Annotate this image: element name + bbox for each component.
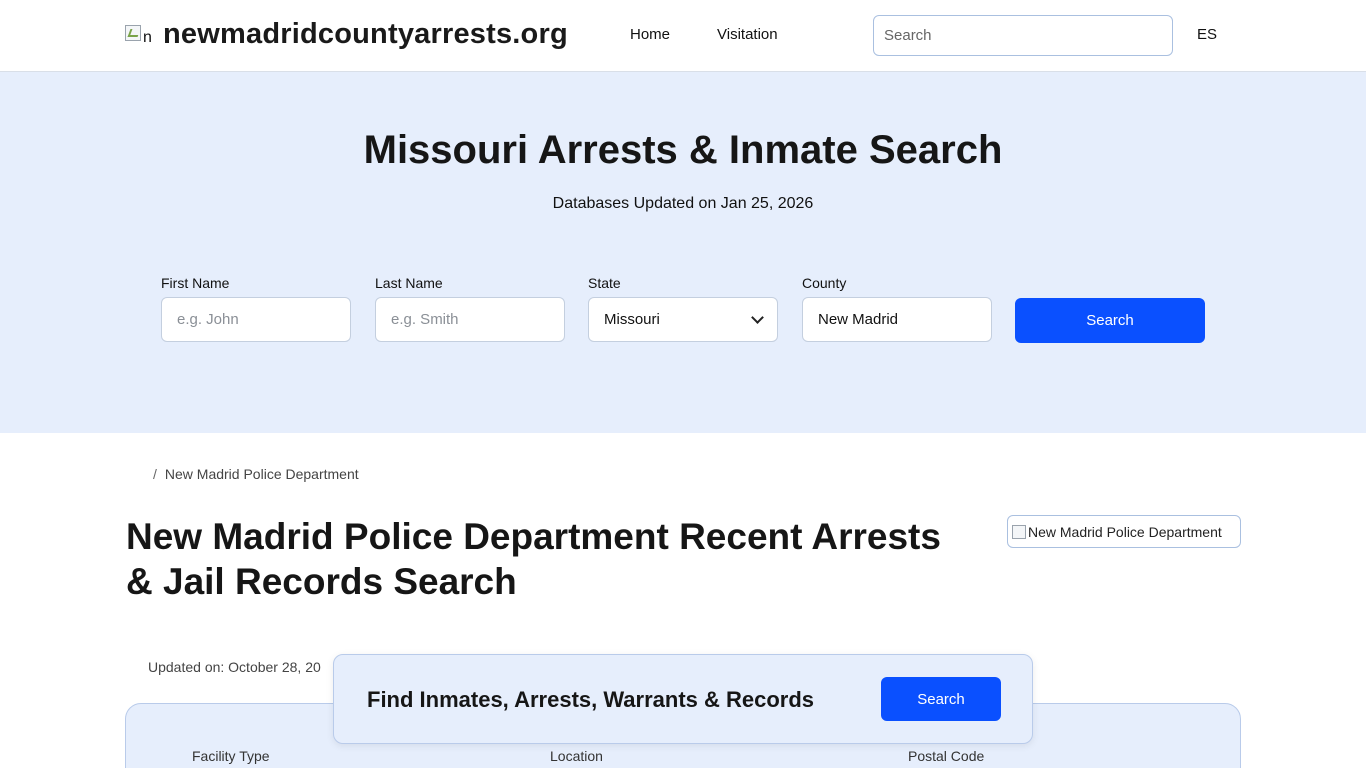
header-search-input[interactable] bbox=[873, 15, 1173, 56]
state-label: State bbox=[588, 275, 621, 291]
updated-date: Updated on: October 28, 20 bbox=[148, 659, 321, 675]
first-name-input[interactable] bbox=[161, 297, 351, 342]
site-header: n newmadridcountyarrests.org Home Visita… bbox=[0, 0, 1366, 72]
last-name-label: Last Name bbox=[375, 275, 443, 291]
first-name-field: First Name bbox=[161, 275, 351, 342]
broken-image-icon bbox=[125, 24, 141, 41]
breadcrumb-current: New Madrid Police Department bbox=[164, 466, 359, 482]
breadcrumb: / New Madrid Police Department bbox=[153, 466, 359, 482]
page-title: New Madrid Police Department Recent Arre… bbox=[126, 516, 941, 602]
site-logo[interactable]: n newmadridcountyarrests.org bbox=[125, 18, 568, 51]
breadcrumb-separator: / bbox=[153, 466, 157, 482]
county-label: County bbox=[802, 275, 847, 291]
department-image: New Madrid Police Department bbox=[1007, 515, 1241, 548]
facility-type-label: Facility Type bbox=[192, 748, 270, 764]
nav-visitation[interactable]: Visitation bbox=[717, 26, 778, 43]
postal-code-label: Postal Code bbox=[908, 748, 985, 764]
last-name-input[interactable] bbox=[375, 297, 565, 342]
hero-search-button[interactable]: Search bbox=[1015, 298, 1205, 343]
chevron-down-icon bbox=[751, 310, 764, 324]
language-toggle[interactable]: ES bbox=[1197, 26, 1217, 43]
department-image-alt: New Madrid Police Department bbox=[1028, 523, 1222, 540]
county-input[interactable] bbox=[802, 297, 992, 342]
site-name[interactable]: newmadridcountyarrests.org bbox=[163, 18, 568, 51]
state-field: State Missouri bbox=[588, 275, 778, 342]
state-value: Missouri bbox=[604, 311, 660, 328]
cta-text: Find Inmates, Arrests, Warrants & Record… bbox=[367, 687, 815, 712]
broken-image-icon bbox=[1012, 524, 1026, 539]
state-select[interactable]: Missouri bbox=[588, 297, 778, 342]
last-name-field: Last Name bbox=[375, 275, 565, 342]
logo-image: n bbox=[125, 21, 156, 49]
cta-search-button[interactable]: Search bbox=[881, 677, 1001, 721]
logo-alt-text: n bbox=[143, 28, 152, 46]
first-name-label: First Name bbox=[161, 275, 230, 291]
floating-cta-banner: Find Inmates, Arrests, Warrants & Record… bbox=[333, 654, 1033, 744]
hero-section: Missouri Arrests & Inmate Search Databas… bbox=[0, 72, 1366, 433]
hero-title: Missouri Arrests & Inmate Search bbox=[363, 128, 1003, 172]
location-label: Location bbox=[550, 748, 603, 764]
nav-home[interactable]: Home bbox=[630, 26, 670, 43]
county-field: County bbox=[802, 275, 992, 342]
hero-subtitle: Databases Updated on Jan 25, 2026 bbox=[552, 195, 814, 212]
